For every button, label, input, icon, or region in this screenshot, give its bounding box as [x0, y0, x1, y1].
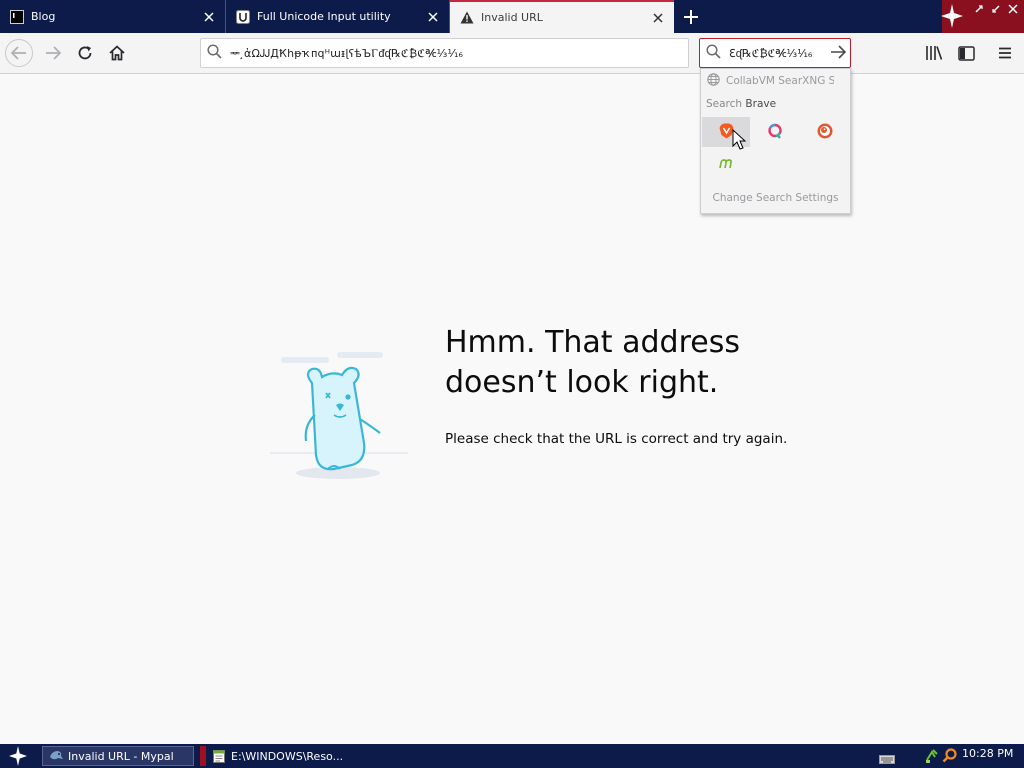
- qwant-icon: [767, 123, 783, 142]
- url-value: ᆓ ̧ἀΩᎫᎫДҞhᵽҡᴨqᵸɯᵻɭʕѣЪⲄᵭᶑ℞ℭ₿ℭ℀⅓⅟₁₆: [230, 47, 464, 60]
- sidebar-button[interactable]: [955, 42, 977, 64]
- star-logo-icon: [941, 4, 963, 28]
- unicode-u-icon: [235, 9, 251, 25]
- tab-blog[interactable]: Blog: [0, 0, 226, 33]
- forward-button[interactable]: [39, 39, 67, 67]
- network-icon[interactable]: [925, 748, 939, 763]
- close-icon[interactable]: [650, 10, 666, 26]
- home-button[interactable]: [103, 39, 131, 67]
- error-title: Hmm. That address doesn’t look right.: [445, 325, 740, 400]
- close-icon[interactable]: [425, 9, 441, 25]
- maximize-icon[interactable]: [989, 3, 1003, 15]
- library-button[interactable]: [923, 42, 945, 64]
- search-icon: [706, 44, 721, 62]
- warning-icon: [459, 10, 475, 26]
- navigation-toolbar: ᆓ ̧ἀΩᎫᎫДҞhᵽҡᴨqᵸɯᵻɭʕѣЪⲄᵭᶑ℞ℭ₿ℭ℀⅓⅟₁₆ ℇᶑ℞ℭ₿ℭ…: [0, 33, 1024, 74]
- terminal-icon: [9, 9, 25, 25]
- mojeek-engine-button[interactable]: [702, 149, 750, 179]
- tab-title: Invalid URL: [481, 11, 543, 24]
- arrow-right-icon[interactable]: [830, 44, 847, 62]
- menu-button[interactable]: [994, 42, 1016, 64]
- search-icon: [207, 44, 222, 62]
- taskbar: Invalid URL - Mypal E:\WINDOWS\Reso...: [0, 744, 1024, 768]
- taskbar-task-mypal[interactable]: Invalid URL - Mypal: [42, 746, 194, 766]
- close-window-icon[interactable]: [1006, 3, 1020, 15]
- tab-unicode-utility[interactable]: Full Unicode Input utility: [226, 0, 450, 33]
- minimize-icon[interactable]: [972, 3, 986, 15]
- taskbar-task-explorer[interactable]: E:\WINDOWS\Reso...: [200, 746, 352, 766]
- close-icon[interactable]: [201, 9, 217, 25]
- back-button[interactable]: [5, 39, 33, 67]
- qwant-engine-button[interactable]: [751, 117, 799, 147]
- search-bar[interactable]: ℇᶑ℞ℭ₿ℭ℀⅓⅟₁₆: [699, 38, 851, 68]
- tab-invalid-url[interactable]: Invalid URL: [450, 0, 674, 33]
- error-description: Please check that the URL is correct and…: [445, 431, 788, 447]
- url-bar[interactable]: ᆓ ̧ἀΩᎫᎫДҞhᵽҡᴨqᵸɯᵻɭʕѣЪⲄᵭᶑ℞ℭ₿ℭ℀⅓⅟₁₆: [200, 38, 689, 68]
- error-illustration: [268, 345, 408, 485]
- search-value: ℇᶑ℞ℭ₿ℭ℀⅓⅟₁₆: [729, 46, 813, 60]
- tab-strip: Blog Full Unicode Input utility Invalid …: [0, 0, 1024, 33]
- notepad-icon: [212, 749, 226, 763]
- duckduckgo-engine-button[interactable]: [801, 117, 849, 147]
- start-button[interactable]: [3, 745, 33, 767]
- reload-button[interactable]: [71, 39, 99, 67]
- tab-title: Full Unicode Input utility: [257, 10, 391, 23]
- search-with-label: Search Brave: [706, 98, 777, 110]
- mojeek-icon: [719, 157, 733, 172]
- system-clock: 10:28 PM: [962, 747, 1014, 760]
- keyboard-icon[interactable]: [879, 754, 895, 764]
- mypal-icon: [49, 749, 63, 763]
- tab-title: Blog: [31, 10, 56, 23]
- duckduckgo-icon: [817, 123, 833, 142]
- search-icon[interactable]: [942, 748, 957, 763]
- search-suggestion[interactable]: CollabVM SearXNG S...: [707, 73, 834, 89]
- search-dropdown: CollabVM SearXNG S... Search Brave Chang…: [700, 68, 851, 214]
- change-search-settings-button[interactable]: Change Search Settings: [701, 192, 850, 204]
- globe-icon: [707, 73, 720, 89]
- mouse-cursor-icon: [732, 128, 747, 151]
- new-tab-button[interactable]: [679, 5, 703, 29]
